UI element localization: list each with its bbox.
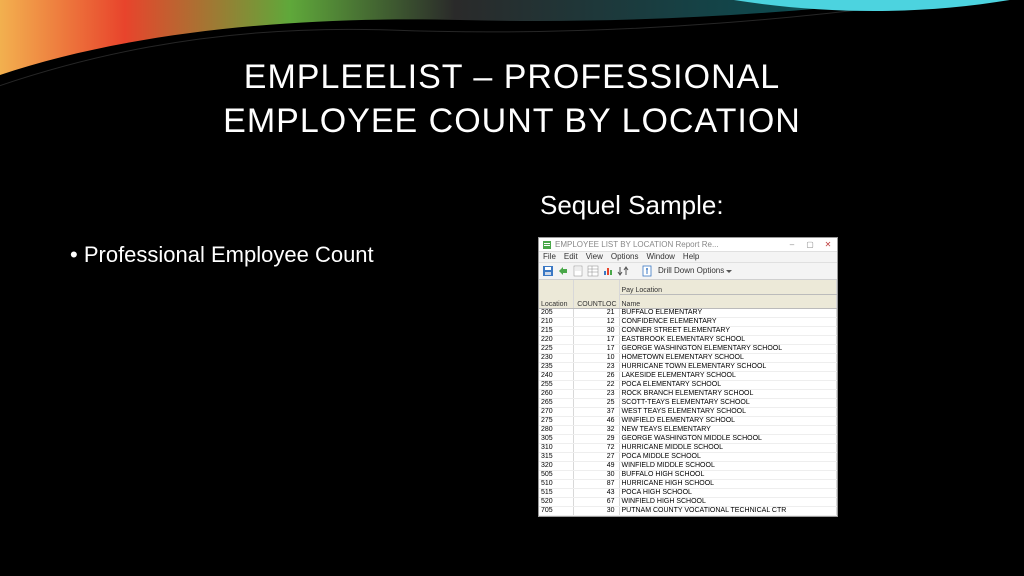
report-window: EMPLOYEE LIST BY LOCATION Report Re... –… <box>538 237 838 517</box>
table-row[interactable]: 26023ROCK BRANCH ELEMENTARY SCHOOL <box>539 389 837 398</box>
col-countloc[interactable]: COUNTLOC <box>573 280 619 308</box>
table-row[interactable]: 25522POCA ELEMENTARY SCHOOL <box>539 380 837 389</box>
col-payloc-bot[interactable]: Name <box>619 294 837 308</box>
chevron-down-icon <box>726 270 732 273</box>
table-row[interactable]: 22517GEORGE WASHINGTON ELEMENTARY SCHOOL <box>539 344 837 353</box>
table-row[interactable]: 52067WINFIELD HIGH SCHOOL <box>539 497 837 506</box>
table-row[interactable]: 20521BUFFALO ELEMENTARY <box>539 308 837 317</box>
bullet-text: Professional Employee Count <box>70 242 374 268</box>
table-row[interactable]: 26525SCOTT-TEAYS ELEMENTARY SCHOOL <box>539 398 837 407</box>
drilldown-dropdown[interactable]: Drill Down Options <box>656 267 734 275</box>
table-row[interactable]: 70530PUTNAM COUNTY VOCATIONAL TECHNICAL … <box>539 506 837 515</box>
table-row[interactable]: 24026LAKESIDE ELEMENTARY SCHOOL <box>539 371 837 380</box>
table-row[interactable]: 23523HURRICANE TOWN ELEMENTARY SCHOOL <box>539 362 837 371</box>
menu-help[interactable]: Help <box>683 253 699 261</box>
window-titlebar: EMPLOYEE LIST BY LOCATION Report Re... –… <box>539 238 837 252</box>
table-row[interactable]: 23010HOMETOWN ELEMENTARY SCHOOL <box>539 353 837 362</box>
menu-options[interactable]: Options <box>611 253 639 261</box>
menu-edit[interactable]: Edit <box>564 253 578 261</box>
table-row[interactable]: 28032NEW TEAYS ELEMENTARY <box>539 425 837 434</box>
menu-file[interactable]: File <box>543 253 556 261</box>
sort-icon[interactable] <box>617 265 629 277</box>
data-grid: Location COUNTLOC Pay Location Name 2052… <box>539 280 837 516</box>
sequel-sample-label: Sequel Sample: <box>540 190 724 221</box>
nav-icon[interactable] <box>557 265 569 277</box>
menu-window[interactable]: Window <box>646 253 674 261</box>
close-button[interactable]: ✕ <box>819 238 837 252</box>
table-row[interactable]: 31527POCA MIDDLE SCHOOL <box>539 452 837 461</box>
table-row[interactable]: 51087HURRICANE HIGH SCHOOL <box>539 479 837 488</box>
app-icon <box>542 240 552 250</box>
toolbar: Drill Down Options <box>539 263 837 280</box>
save-icon[interactable] <box>542 265 554 277</box>
menu-bar: File Edit View Options Window Help <box>539 252 837 263</box>
table-row[interactable]: 31072HURRICANE MIDDLE SCHOOL <box>539 443 837 452</box>
table-row[interactable]: 51543POCA HIGH SCHOOL <box>539 488 837 497</box>
drilldown-icon[interactable] <box>641 265 653 277</box>
window-title: EMPLOYEE LIST BY LOCATION Report Re... <box>555 241 783 249</box>
table-row[interactable]: 32049WINFIELD MIDDLE SCHOOL <box>539 461 837 470</box>
table-row[interactable]: 50530BUFFALO HIGH SCHOOL <box>539 470 837 479</box>
slide-title: EMPLEELIST – PROFESSIONAL EMPLOYEE COUNT… <box>0 55 1024 143</box>
table-row[interactable]: 22017EASTBROOK ELEMENTARY SCHOOL <box>539 335 837 344</box>
col-payloc-top[interactable]: Pay Location <box>619 280 837 294</box>
table-row[interactable]: 30529GEORGE WASHINGTON MIDDLE SCHOOL <box>539 434 837 443</box>
table-row[interactable]: 21012CONFIDENCE ELEMENTARY <box>539 317 837 326</box>
table-row[interactable]: 27546WINFIELD ELEMENTARY SCHOOL <box>539 416 837 425</box>
menu-view[interactable]: View <box>586 253 603 261</box>
table-row[interactable]: 27037WEST TEAYS ELEMENTARY SCHOOL <box>539 407 837 416</box>
col-location[interactable]: Location <box>539 280 573 308</box>
grid-icon[interactable] <box>587 265 599 277</box>
chart-icon[interactable] <box>602 265 614 277</box>
table-row[interactable]: 21530CONNER STREET ELEMENTARY <box>539 326 837 335</box>
maximize-button[interactable]: ▢ <box>801 238 819 252</box>
page-icon[interactable] <box>572 265 584 277</box>
minimize-button[interactable]: – <box>783 238 801 252</box>
